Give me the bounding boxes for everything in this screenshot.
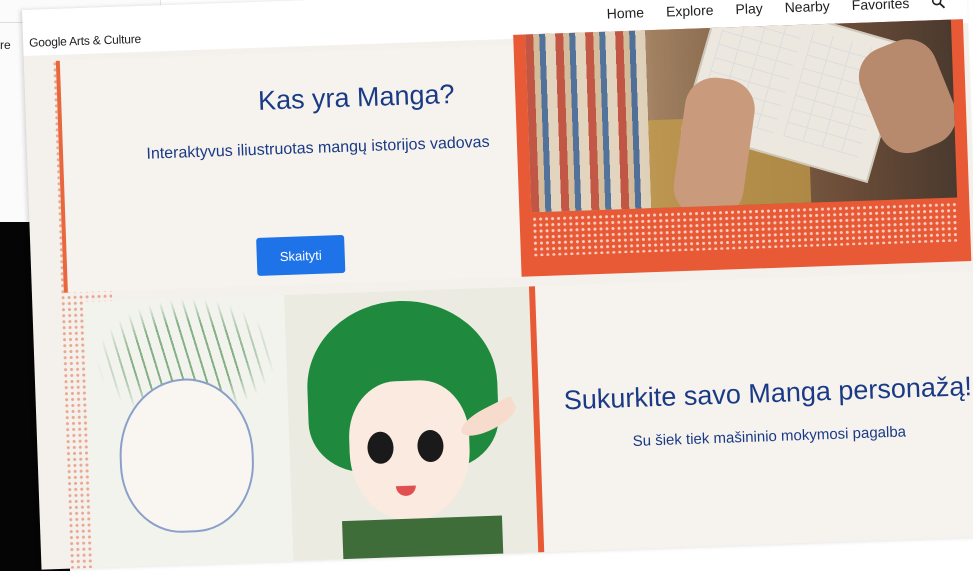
nav-play[interactable]: Play	[735, 0, 763, 17]
bookshelf	[525, 30, 652, 213]
nav-explore[interactable]: Explore	[666, 2, 714, 20]
card-subtitle: Interaktyvus iliustruotas mangų istorijo…	[146, 133, 490, 163]
app-window: Google Arts & Culture Home Explore Play …	[22, 0, 973, 570]
card-subtitle: Su šiek tiek mašininio mokymosi pagalba	[632, 423, 907, 450]
character-collar	[342, 515, 504, 565]
card-title: Kas yra Manga?	[257, 78, 456, 116]
brand-logo[interactable]: Google Arts & Culture	[29, 32, 141, 50]
nav-nearby[interactable]: Nearby	[784, 0, 830, 15]
character-face	[347, 378, 473, 523]
nav-home[interactable]: Home	[606, 4, 644, 21]
nav-links: Home Explore Play Nearby Favorites	[606, 0, 946, 22]
manga-guide-card: Kas yra Manga? Interaktyvus iliustruotas…	[55, 44, 526, 293]
character-sketch-image	[84, 295, 294, 570]
card-title: Sukurkite savo Manga personažą!	[563, 371, 973, 416]
manga-guide-image-panel[interactable]	[513, 19, 972, 277]
read-button[interactable]: Skaityti	[256, 234, 346, 276]
search-icon[interactable]	[931, 0, 946, 9]
manga-reading-photo	[525, 19, 958, 213]
background-text-fragment: re	[0, 38, 11, 52]
generated-character-image	[284, 286, 545, 565]
create-character-card[interactable]: Sukurkite savo Manga personažą! Su šiek …	[84, 271, 973, 570]
nav-favorites[interactable]: Favorites	[851, 0, 909, 13]
